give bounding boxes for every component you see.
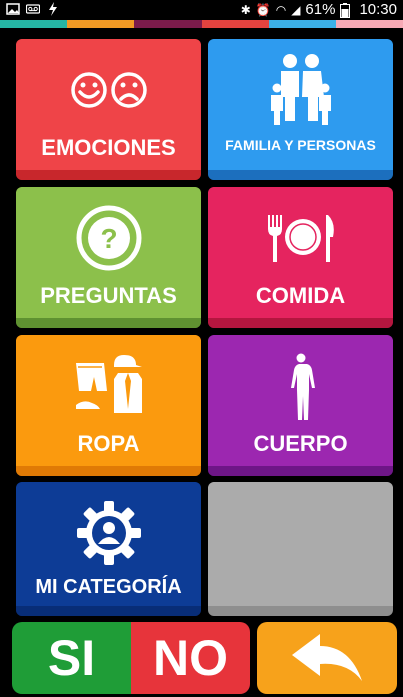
tile-label: MI CATEGORÍA bbox=[35, 576, 182, 598]
signal-icon: ◢ bbox=[291, 2, 301, 17]
category-ropa-tile[interactable]: ROPA bbox=[16, 335, 201, 476]
tile-label: COMIDA bbox=[255, 283, 346, 308]
svg-text:?: ? bbox=[100, 223, 117, 254]
yes-no-group: SI NO bbox=[12, 622, 250, 694]
stripe-segment bbox=[268, 20, 336, 28]
status-bar: ✱ ⏰ ◠ ◢ 61% 10:30 bbox=[0, 0, 403, 20]
back-button[interactable] bbox=[257, 622, 397, 694]
battery-percent: 61% bbox=[305, 1, 336, 18]
body-icon bbox=[290, 353, 315, 420]
gear-person-icon bbox=[76, 501, 141, 565]
tile-label: PREGUNTAS bbox=[40, 283, 177, 308]
app-color-stripe bbox=[0, 20, 403, 28]
clothes-icon bbox=[75, 355, 142, 413]
category-emociones-tile[interactable]: EMOCIONES bbox=[16, 39, 201, 180]
category-grid: EMOCIONES FAMILIA Y PERSONAS ? PREGUNTAS bbox=[0, 28, 403, 616]
no-button[interactable]: NO bbox=[131, 622, 250, 694]
voicemail-icon bbox=[25, 2, 41, 16]
tile-label: CUERPO bbox=[253, 431, 348, 456]
family-icon bbox=[270, 54, 331, 125]
stripe-segment bbox=[335, 20, 403, 28]
alarm-icon: ⏰ bbox=[255, 2, 271, 17]
stripe-segment bbox=[134, 20, 202, 28]
tile-label: EMOCIONES bbox=[41, 135, 176, 160]
image-notification-icon bbox=[6, 2, 20, 16]
stripe-segment bbox=[0, 20, 68, 28]
bluetooth-icon: ✱ bbox=[240, 2, 251, 17]
stripe-segment bbox=[201, 20, 269, 28]
category-familia-tile[interactable]: FAMILIA Y PERSONAS bbox=[208, 39, 393, 180]
category-preguntas-tile[interactable]: ? PREGUNTAS bbox=[16, 187, 201, 328]
back-arrow-icon bbox=[292, 634, 362, 681]
stripe-segment bbox=[67, 20, 135, 28]
emotions-faces-icon bbox=[70, 72, 147, 108]
tile-label: ROPA bbox=[77, 431, 140, 456]
empty-category-slot[interactable] bbox=[208, 482, 393, 616]
category-comida-tile[interactable]: COMIDA bbox=[208, 187, 393, 328]
si-button[interactable]: SI bbox=[12, 622, 131, 694]
category-mi-categoria-tile[interactable]: MI CATEGORÍA bbox=[16, 482, 201, 616]
battery-icon bbox=[340, 2, 354, 18]
wifi-icon: ◠ bbox=[275, 2, 287, 17]
food-plate-icon bbox=[267, 215, 334, 262]
clock-time: 10:30 bbox=[359, 1, 397, 18]
question-icon: ? bbox=[76, 205, 141, 271]
bottom-bar: SI NO bbox=[0, 616, 403, 697]
category-cuerpo-tile[interactable]: CUERPO bbox=[208, 335, 393, 476]
flash-icon bbox=[46, 2, 60, 16]
tile-label: FAMILIA Y PERSONAS bbox=[225, 137, 376, 153]
